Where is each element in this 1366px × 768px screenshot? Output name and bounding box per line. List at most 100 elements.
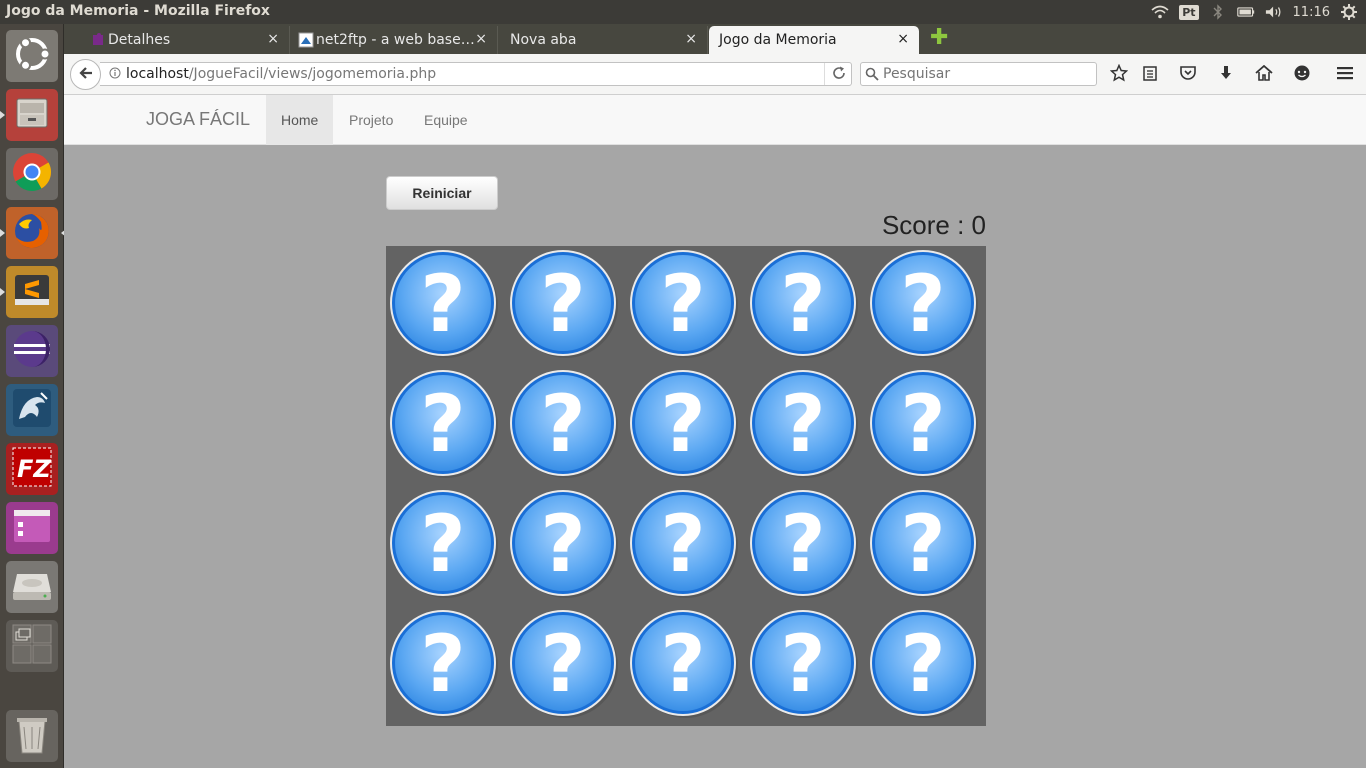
- memory-card[interactable]: ?: [628, 248, 740, 360]
- nav-home[interactable]: Home: [266, 95, 334, 145]
- memory-card[interactable]: ?: [508, 248, 620, 360]
- open-menu-button[interactable]: [1334, 64, 1356, 86]
- memory-card[interactable]: ?: [628, 368, 740, 480]
- question-mark-icon: ?: [748, 248, 860, 360]
- page-content: JOGA FÁCIL Home Projeto Equipe Reiniciar…: [64, 95, 1366, 768]
- card-glyph: ?: [660, 620, 705, 710]
- nav-projeto[interactable]: Projeto: [334, 95, 408, 145]
- question-mark-icon: ?: [628, 608, 740, 720]
- question-mark-icon: ?: [748, 608, 860, 720]
- memory-game-board: ????????????????????: [386, 246, 986, 726]
- tab-net2ftp[interactable]: net2ftp - a web base… ×: [290, 26, 498, 54]
- memory-card[interactable]: ?: [508, 368, 620, 480]
- pocket-button[interactable]: [1177, 64, 1199, 86]
- memory-card[interactable]: ?: [628, 488, 740, 600]
- memory-card[interactable]: ?: [868, 248, 980, 360]
- question-mark-icon: ?: [868, 608, 980, 720]
- launcher-window-app[interactable]: [6, 502, 58, 554]
- clock[interactable]: 11:16: [1293, 5, 1330, 20]
- card-glyph: ?: [660, 380, 705, 470]
- back-button[interactable]: [70, 59, 101, 90]
- star-icon: [1109, 63, 1129, 86]
- keyboard-layout-indicator[interactable]: Pt: [1179, 4, 1199, 20]
- url-bar[interactable]: localhost/JogueFacil/views/jogomemoria.p…: [100, 62, 852, 86]
- memory-card[interactable]: ?: [508, 608, 620, 720]
- tab-detalhes[interactable]: Detalhes ×: [82, 26, 290, 54]
- restart-button[interactable]: Reiniciar: [386, 176, 498, 210]
- card-glyph: ?: [540, 260, 585, 350]
- memory-card[interactable]: ?: [388, 248, 500, 360]
- search-input[interactable]: [883, 66, 1083, 82]
- memory-card[interactable]: ?: [508, 488, 620, 600]
- tab-close-icon[interactable]: ×: [475, 31, 487, 47]
- volume-icon[interactable]: [1265, 4, 1283, 20]
- question-mark-icon: ?: [388, 608, 500, 720]
- card-glyph: ?: [900, 380, 945, 470]
- search-box[interactable]: [860, 62, 1097, 86]
- card-glyph: ?: [780, 500, 825, 590]
- info-icon[interactable]: [104, 67, 126, 82]
- site-navbar: JOGA FÁCIL Home Projeto Equipe: [64, 95, 1366, 145]
- memory-card[interactable]: ?: [628, 608, 740, 720]
- bluetooth-icon[interactable]: [1209, 4, 1227, 20]
- question-mark-icon: ?: [508, 488, 620, 600]
- card-glyph: ?: [780, 620, 825, 710]
- bookmarks-menu-button[interactable]: [1139, 64, 1161, 86]
- question-mark-icon: ?: [868, 488, 980, 600]
- tab-nova-aba[interactable]: Nova aba ×: [498, 26, 708, 54]
- memory-card[interactable]: ?: [868, 368, 980, 480]
- window-title: Jogo da Memoria - Mozilla Firefox: [6, 3, 270, 19]
- launcher-eclipse[interactable]: [6, 325, 58, 377]
- eclipse-icon: [11, 328, 53, 374]
- memory-card[interactable]: ?: [388, 368, 500, 480]
- new-tab-button[interactable]: ✚: [930, 27, 950, 49]
- memory-card[interactable]: ?: [388, 608, 500, 720]
- hello-button[interactable]: [1291, 64, 1313, 86]
- card-glyph: ?: [420, 500, 465, 590]
- memory-card[interactable]: ?: [868, 608, 980, 720]
- memory-card[interactable]: ?: [388, 488, 500, 600]
- launcher-trash[interactable]: [6, 710, 58, 762]
- firefox-icon: [11, 210, 53, 256]
- question-mark-icon: ?: [748, 368, 860, 480]
- launcher-firefox[interactable]: [0, 207, 66, 259]
- question-mark-icon: ?: [748, 488, 860, 600]
- question-mark-icon: ?: [388, 368, 500, 480]
- memory-card[interactable]: ?: [748, 488, 860, 600]
- memory-card[interactable]: ?: [748, 608, 860, 720]
- launcher-disk[interactable]: [6, 561, 58, 613]
- site-brand[interactable]: JOGA FÁCIL: [146, 109, 250, 130]
- tab-label: Nova aba: [510, 32, 577, 48]
- memory-card[interactable]: ?: [748, 248, 860, 360]
- battery-icon[interactable]: [1236, 4, 1255, 20]
- question-mark-icon: ?: [388, 488, 500, 600]
- launcher-files[interactable]: [0, 89, 58, 141]
- card-glyph: ?: [900, 620, 945, 710]
- downloads-button[interactable]: [1215, 64, 1237, 86]
- launcher-chrome[interactable]: [6, 148, 58, 200]
- launcher-filezilla[interactable]: FZ: [6, 443, 58, 495]
- sublime-icon: [12, 270, 52, 314]
- memory-card[interactable]: ?: [868, 488, 980, 600]
- tab-close-icon[interactable]: ×: [685, 31, 697, 47]
- card-glyph: ?: [900, 500, 945, 590]
- home-button[interactable]: [1253, 64, 1275, 86]
- launcher-ubuntu-dash[interactable]: [6, 30, 58, 82]
- gear-icon[interactable]: [1340, 4, 1358, 20]
- search-icon: [861, 67, 883, 81]
- nav-equipe[interactable]: Equipe: [409, 95, 483, 145]
- bookmark-star-button[interactable]: [1108, 63, 1130, 86]
- launcher-workspaces[interactable]: [6, 620, 58, 672]
- card-glyph: ?: [540, 500, 585, 590]
- launcher-mysql-workbench[interactable]: [6, 384, 58, 436]
- tab-jogo-da-memoria[interactable]: Jogo da Memoria ×: [709, 26, 919, 54]
- wifi-icon[interactable]: [1151, 4, 1169, 20]
- memory-card[interactable]: ?: [748, 368, 860, 480]
- reload-button[interactable]: [824, 63, 852, 85]
- question-mark-icon: ?: [628, 368, 740, 480]
- question-mark-icon: ?: [628, 248, 740, 360]
- tab-close-icon[interactable]: ×: [897, 31, 909, 47]
- tab-close-icon[interactable]: ×: [267, 31, 279, 47]
- question-mark-icon: ?: [508, 608, 620, 720]
- launcher-sublime-text[interactable]: [0, 266, 58, 318]
